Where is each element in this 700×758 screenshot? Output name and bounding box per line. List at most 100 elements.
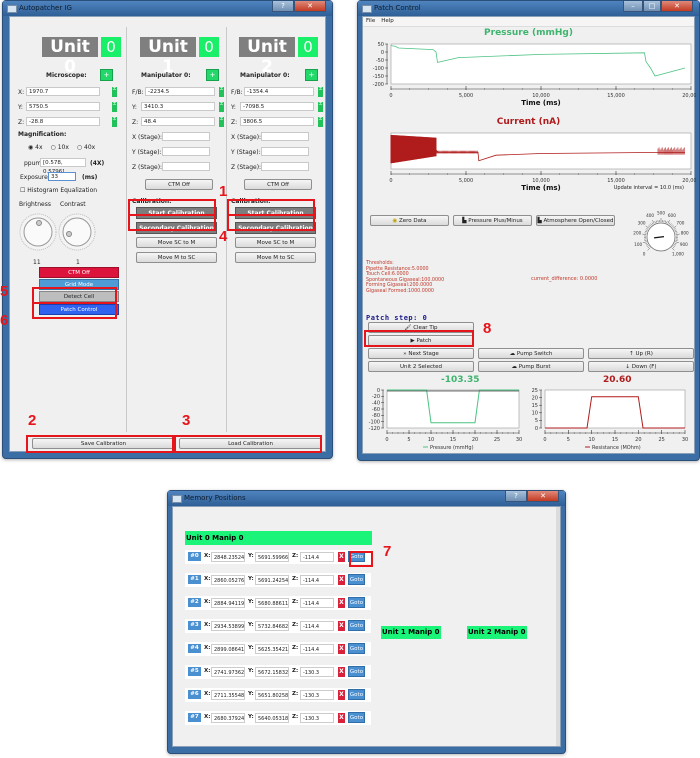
memory-titlebar[interactable]: Memory Positions ? ✕ [168, 491, 565, 506]
z-step-button[interactable]: ± [318, 117, 323, 127]
load-calibration-button[interactable]: Load Calibration [179, 438, 322, 449]
goto-button[interactable]: Goto [348, 643, 365, 654]
goto-button[interactable]: Goto [348, 597, 365, 608]
y-stage-field[interactable] [162, 147, 210, 156]
z-step-button[interactable]: ± [112, 117, 117, 127]
move-sc-to-m-button[interactable]: Move SC to M [136, 237, 217, 248]
x-stage-field[interactable] [261, 132, 309, 141]
pressure-plus-minus-button[interactable]: ▙ Pressure Plus/Minus [453, 215, 532, 226]
minimize-button[interactable]: – [623, 1, 643, 12]
memory-z-field[interactable]: -114.4 [300, 621, 334, 631]
memory-x-field[interactable]: 2680.37924 [211, 713, 245, 723]
maximize-button[interactable]: □ [643, 1, 661, 12]
unit-selected-button[interactable]: Unit 2 Selected [368, 361, 474, 372]
memory-x-field[interactable]: 2711.35548 [211, 690, 245, 700]
brightness-dial[interactable] [18, 212, 58, 252]
zero-data-button[interactable]: ◉ Zero Data [370, 215, 449, 226]
delete-position-button[interactable]: X [338, 690, 345, 700]
memory-z-field[interactable]: -114.4 [300, 552, 334, 562]
goto-button[interactable]: Goto [348, 712, 365, 723]
memory-scrollbar[interactable] [556, 507, 560, 746]
memory-x-field[interactable]: 2860.05276 [211, 575, 245, 585]
memory-z-field[interactable]: -114.4 [300, 598, 334, 608]
memory-index-badge[interactable]: #3 [188, 621, 201, 630]
microscope-y-field[interactable]: 5750.5 [26, 102, 100, 111]
y-field[interactable]: 3410.3 [141, 102, 215, 111]
z-stage-field[interactable] [261, 162, 309, 171]
microscope-add-button[interactable]: + [100, 69, 113, 81]
memory-z-field[interactable]: -130.3 [300, 690, 334, 700]
y-stage-field[interactable] [261, 147, 309, 156]
y-field[interactable]: -7098.5 [240, 102, 314, 111]
exposure-field[interactable]: 33 [48, 172, 76, 181]
start-calibration-button[interactable]: Start Calibration [235, 207, 316, 219]
down-button[interactable]: ↓ Down (F) [588, 361, 694, 372]
manipulator-add-button[interactable]: + [206, 69, 219, 81]
z-field[interactable]: 3806.5 [240, 117, 314, 126]
z-step-button[interactable]: ± [219, 117, 224, 127]
ppum-field[interactable]: [0.578, 0.5796] [40, 158, 86, 175]
memory-x-field[interactable]: 2848.23524 [211, 552, 245, 562]
memory-y-field[interactable]: 5691.24254 [255, 575, 289, 585]
memory-x-field[interactable]: 2899.08641 [211, 644, 245, 654]
move-m-to-sc-button[interactable]: Move M to SC [235, 252, 316, 263]
delete-position-button[interactable]: X [338, 621, 345, 631]
memory-y-field[interactable]: 5680.88611 [255, 598, 289, 608]
help-button[interactable]: ? [505, 491, 527, 502]
memory-x-field[interactable]: 2884.94119 [211, 598, 245, 608]
close-button[interactable]: ✕ [661, 1, 693, 12]
y-step-button[interactable]: ± [219, 102, 224, 112]
delete-position-button[interactable]: X [338, 552, 345, 562]
memory-x-field[interactable]: 2934.53899 [211, 621, 245, 631]
menu-help[interactable]: Help [381, 17, 394, 26]
manipulator-add-button[interactable]: + [305, 69, 318, 81]
save-calibration-button[interactable]: Save Calibration [32, 438, 175, 449]
start-calibration-button[interactable]: Start Calibration [136, 207, 217, 219]
histogram-checkbox[interactable]: ☐ Histogram Equalization [20, 187, 97, 194]
fb-field[interactable]: -2234.5 [145, 87, 215, 96]
up-button[interactable]: ↑ Up (R) [588, 348, 694, 359]
delete-position-button[interactable]: X [338, 598, 345, 608]
contrast-dial[interactable] [57, 212, 97, 252]
mag-radio-10x[interactable]: ○ 10x [51, 144, 69, 151]
memory-z-field[interactable]: -130.3 [300, 713, 334, 723]
memory-z-field[interactable]: -130.3 [300, 667, 334, 677]
move-m-to-sc-button[interactable]: Move M to SC [136, 252, 217, 263]
goto-button[interactable]: Goto [348, 689, 365, 700]
patch-control-button[interactable]: Patch Control [39, 304, 119, 315]
memory-y-field[interactable]: 5672.15832 [255, 667, 289, 677]
memory-index-badge[interactable]: #4 [188, 644, 201, 653]
patch-button[interactable]: ▶ Patch [368, 335, 474, 346]
close-button[interactable]: ✕ [294, 1, 326, 12]
memory-index-badge[interactable]: #6 [188, 690, 201, 699]
ctm-off-button[interactable]: CTM Off [39, 267, 119, 278]
goto-button[interactable]: Goto [348, 666, 365, 677]
memory-y-field[interactable]: 5651.80258 [255, 690, 289, 700]
help-button[interactable]: ? [272, 1, 294, 12]
memory-index-badge[interactable]: #0 [188, 552, 201, 561]
patch-control-titlebar[interactable]: Patch Control – □ ✕ [358, 1, 699, 16]
z-field[interactable]: 48.4 [141, 117, 215, 126]
goto-button[interactable]: Goto [348, 551, 365, 562]
microscope-z-field[interactable]: -28.8 [26, 117, 100, 126]
x-stage-field[interactable] [162, 132, 210, 141]
pump-burst-button[interactable]: ☁ Pump Burst [478, 361, 584, 372]
next-stage-button[interactable]: » Next Stage [368, 348, 474, 359]
fb-field[interactable]: -1354.4 [244, 87, 314, 96]
memory-y-field[interactable]: 5732.84682 [255, 621, 289, 631]
clear-tip-button[interactable]: 🖌 Clear Tip [368, 322, 474, 333]
memory-index-badge[interactable]: #7 [188, 713, 201, 722]
secondary-calibration-button[interactable]: Secondary Calibration [235, 222, 316, 234]
ctm-off-button[interactable]: CTM Off [244, 179, 312, 190]
delete-position-button[interactable]: X [338, 644, 345, 654]
detect-cell-button[interactable]: Detect Cell [39, 291, 119, 302]
memory-y-field[interactable]: 5625.35421 [255, 644, 289, 654]
mag-radio-4x[interactable]: ◉ 4x [28, 144, 43, 151]
ctm-off-button[interactable]: CTM Off [145, 179, 213, 190]
memory-y-field[interactable]: 5691.59966 [255, 552, 289, 562]
pressure-dial-gauge[interactable]: 0100 200 300400500600700 800 900 1,000 [627, 209, 695, 261]
autopatcher-titlebar[interactable]: Autopatcher IG ? ✕ [3, 1, 332, 16]
delete-position-button[interactable]: X [338, 667, 345, 677]
y-step-button[interactable]: ± [112, 102, 117, 112]
fb-step-button[interactable]: ± [318, 87, 323, 97]
